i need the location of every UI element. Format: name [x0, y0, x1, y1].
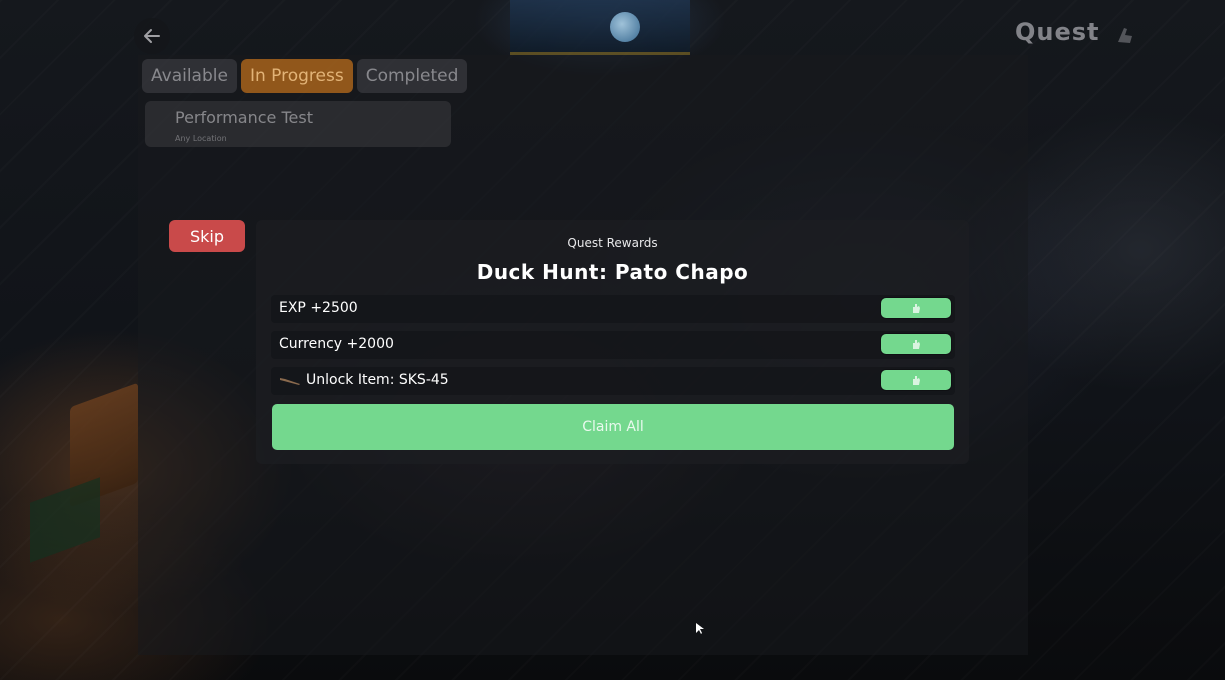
rewards-heading: Quest Rewards: [567, 236, 658, 250]
tab-completed[interactable]: Completed: [356, 59, 468, 93]
quest-item-location: Any Location: [175, 134, 227, 143]
mouse-cursor-icon: [696, 623, 704, 634]
quest-item-name: Performance Test: [175, 108, 313, 127]
quest-list-item[interactable]: Performance Test Any Location: [145, 101, 451, 147]
hand-icon: [913, 340, 920, 349]
claim-reward-button[interactable]: [881, 334, 951, 354]
skip-button[interactable]: Skip: [169, 220, 245, 252]
reward-row: Currency +2000: [271, 331, 955, 359]
hand-icon: [913, 304, 920, 313]
machine-orb: [610, 12, 640, 42]
hand-icon: [913, 376, 920, 385]
tab-in-progress[interactable]: In Progress: [240, 59, 353, 93]
rewards-quest-name: Duck Hunt: Pato Chapo: [476, 260, 749, 284]
reward-label: EXP +2500: [279, 300, 358, 316]
claim-reward-button[interactable]: [881, 298, 951, 318]
back-button[interactable]: [134, 18, 170, 54]
rifle-icon: [280, 378, 300, 385]
reward-row: EXP +2500: [271, 295, 955, 323]
claim-all-button[interactable]: Claim All: [272, 404, 954, 450]
tab-available[interactable]: Available: [142, 59, 237, 93]
machine-prop: [510, 0, 690, 55]
quest-tabs: Available In Progress Completed: [142, 59, 468, 93]
reward-row: Unlock Item: SKS-45: [271, 367, 955, 395]
reward-label: Unlock Item: SKS-45: [306, 372, 449, 388]
hand-pointer-icon: [1118, 28, 1132, 43]
arrow-left-icon: [144, 29, 160, 43]
quest-rewards-dialog: Quest Rewards Duck Hunt: Pato Chapo EXP …: [256, 220, 969, 464]
claim-reward-button[interactable]: [881, 370, 951, 390]
reward-label: Currency +2000: [279, 336, 394, 352]
page-title: Quest: [1015, 18, 1100, 46]
